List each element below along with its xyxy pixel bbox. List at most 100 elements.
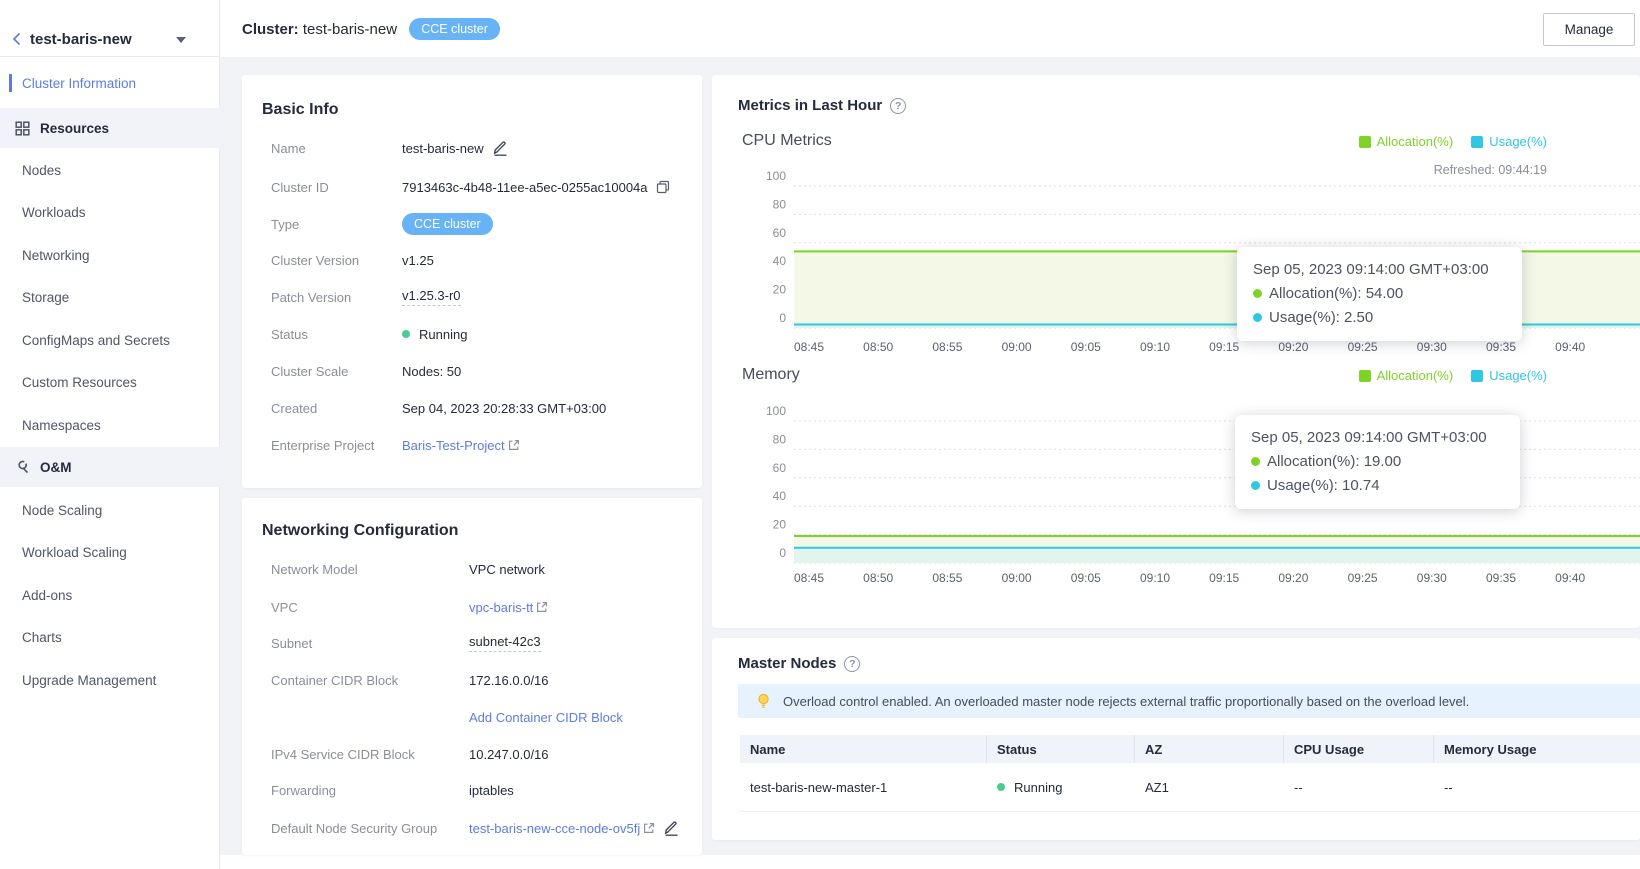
basic-info-row-cluster-id: Cluster ID 7913463c-4b48-11ee-a5ec-0255a… [271, 175, 691, 199]
tooltip-timestamp: Sep 05, 2023 09:14:00 GMT+03:00 [1253, 258, 1506, 282]
sidebar-item-configmaps-and-secrets[interactable]: ConfigMaps and Secrets [0, 320, 220, 360]
field-label: Name [271, 141, 402, 156]
svg-text:08:50: 08:50 [863, 340, 893, 354]
sidebar-item-label: Upgrade Management [22, 673, 156, 688]
sidebar-item-nodes[interactable]: Nodes [0, 150, 220, 190]
svg-text:09:10: 09:10 [1140, 571, 1170, 585]
sidebar-item-cluster-information[interactable]: Cluster Information [0, 63, 220, 103]
svg-text:60: 60 [773, 226, 787, 240]
column-header-memory-usage[interactable]: Memory Usage [1434, 735, 1640, 763]
sidebar-item-workload-scaling[interactable]: Workload Scaling [0, 532, 220, 572]
sidebar-item-label: Workloads [22, 205, 86, 220]
svg-text:08:55: 08:55 [932, 340, 962, 354]
sidebar-item-label: ConfigMaps and Secrets [22, 333, 170, 348]
external-link-icon[interactable] [536, 601, 548, 613]
memory-chart-tooltip: Sep 05, 2023 09:14:00 GMT+03:00 Allocati… [1235, 415, 1520, 509]
sidebar-item-namespaces[interactable]: Namespaces [0, 405, 220, 445]
svg-text:100: 100 [766, 169, 786, 183]
external-link-icon[interactable] [643, 822, 655, 834]
usage-dot-icon [1253, 313, 1262, 322]
sidebar-item-upgrade-management[interactable]: Upgrade Management [0, 660, 220, 700]
column-header-name[interactable]: Name [740, 735, 987, 763]
networking-row-vpc: VPC vpc-baris-tt [271, 595, 681, 619]
svg-text:09:30: 09:30 [1417, 340, 1447, 354]
container-cidr-value: 172.16.0.0/16 [469, 673, 549, 688]
edit-icon[interactable] [663, 820, 680, 837]
status-value: Running [419, 327, 467, 342]
sidebar-item-workloads[interactable]: Workloads [0, 192, 220, 232]
svg-text:09:25: 09:25 [1348, 571, 1378, 585]
column-header-az[interactable]: AZ [1135, 735, 1284, 763]
copy-icon[interactable] [656, 180, 670, 194]
external-link-icon[interactable] [508, 439, 520, 451]
master-node-cpu-usage: -- [1284, 763, 1434, 811]
master-node-memory-usage: -- [1434, 763, 1640, 811]
add-container-cidr-link[interactable]: Add Container CIDR Block [469, 710, 623, 725]
master-nodes-card: Master Nodes ? Overload control enabled.… [712, 638, 1640, 840]
svg-text:09:20: 09:20 [1278, 571, 1308, 585]
sidebar-cluster-name: test-baris-new [30, 31, 132, 48]
svg-text:09:35: 09:35 [1486, 340, 1516, 354]
manage-button[interactable]: Manage [1543, 13, 1635, 46]
sidebar-item-charts[interactable]: Charts [0, 617, 220, 657]
sidebar-item-add-ons[interactable]: Add-ons [0, 575, 220, 615]
cce-cluster-badge: CCE cluster [402, 213, 493, 235]
sidebar-item-label: Custom Resources [22, 375, 137, 390]
basic-info-row-status: Status Running [271, 322, 681, 346]
svg-text:09:05: 09:05 [1071, 340, 1101, 354]
svg-text:08:50: 08:50 [863, 571, 893, 585]
svg-text:09:05: 09:05 [1071, 571, 1101, 585]
metrics-chart-canvas: 10080604020008:4508:5008:5509:0009:0509:… [712, 75, 1640, 628]
basic-info-row-name: Name test-baris-new [271, 136, 681, 160]
allocation-dot-icon [1253, 289, 1262, 298]
sidebar-item-storage[interactable]: Storage [0, 277, 220, 317]
basic-info-title: Basic Info [262, 101, 338, 119]
sidebar-item-node-scaling[interactable]: Node Scaling [0, 490, 220, 530]
basic-info-row-type: Type CCE cluster [271, 212, 681, 236]
edit-icon[interactable] [492, 140, 509, 157]
back-chevron-icon[interactable] [12, 32, 21, 51]
field-label: Patch Version [271, 290, 402, 305]
basic-info-row-patch-version: Patch Version v1.25.3-r0 [271, 285, 681, 309]
cluster-switcher[interactable]: test-baris-new [0, 12, 220, 46]
sidebar-section-om[interactable]: O&M [0, 447, 220, 487]
cluster-scale-value: Nodes: 50 [402, 364, 461, 379]
networking-row-forwarding: Forwarding iptables [271, 778, 681, 802]
svg-text:08:45: 08:45 [794, 340, 824, 354]
sidebar-item-label: Add-ons [22, 588, 72, 603]
basic-info-row-cluster-version: Cluster Version v1.25 [271, 248, 681, 272]
enterprise-project-link[interactable]: Baris-Test-Project [402, 438, 505, 453]
sidebar-item-custom-resources[interactable]: Custom Resources [0, 362, 220, 402]
sidebar-section-resources[interactable]: Resources [0, 108, 220, 148]
svg-text:09:00: 09:00 [1002, 340, 1032, 354]
help-icon[interactable]: ? [844, 656, 860, 672]
cluster-name-value: test-baris-new [402, 141, 484, 156]
grid-icon [15, 121, 30, 136]
status-dot [402, 330, 410, 338]
svg-text:09:35: 09:35 [1486, 571, 1516, 585]
vpc-link[interactable]: vpc-baris-tt [469, 600, 533, 615]
master-nodes-title-text: Master Nodes [738, 655, 836, 672]
svg-text:09:25: 09:25 [1348, 340, 1378, 354]
sidebar-item-label: Networking [22, 248, 90, 263]
column-header-cpu-usage[interactable]: CPU Usage [1284, 735, 1434, 763]
networking-row-container-cidr: Container CIDR Block 172.16.0.0/16 [271, 668, 681, 692]
networking-row-network-model: Network Model VPC network [271, 557, 681, 581]
basic-info-row-created: Created Sep 04, 2023 20:28:33 GMT+03:00 [271, 396, 681, 420]
column-header-status[interactable]: Status [987, 735, 1135, 763]
allocation-dot-icon [1251, 457, 1260, 466]
svg-text:09:30: 09:30 [1417, 571, 1447, 585]
security-group-link[interactable]: test-baris-new-cce-node-ov5fj [469, 821, 640, 836]
chevron-down-icon[interactable] [176, 37, 186, 43]
master-node-name: test-baris-new-master-1 [740, 763, 987, 811]
tooltip-allocation-line: Allocation(%): 19.00 [1251, 450, 1504, 474]
sidebar-item-networking[interactable]: Networking [0, 235, 220, 275]
tooltip-timestamp: Sep 05, 2023 09:14:00 GMT+03:00 [1251, 426, 1504, 450]
cluster-version-value: v1.25 [402, 253, 434, 268]
master-nodes-title: Master Nodes ? [738, 655, 860, 672]
basic-info-row-enterprise-project: Enterprise Project Baris-Test-Project [271, 433, 681, 457]
networking-row-subnet: Subnet subnet-42c3 [271, 631, 681, 655]
field-label: Default Node Security Group [271, 821, 469, 836]
tooltip-usage-value: Usage(%): 2.50 [1269, 309, 1373, 326]
svg-text:20: 20 [773, 518, 787, 532]
